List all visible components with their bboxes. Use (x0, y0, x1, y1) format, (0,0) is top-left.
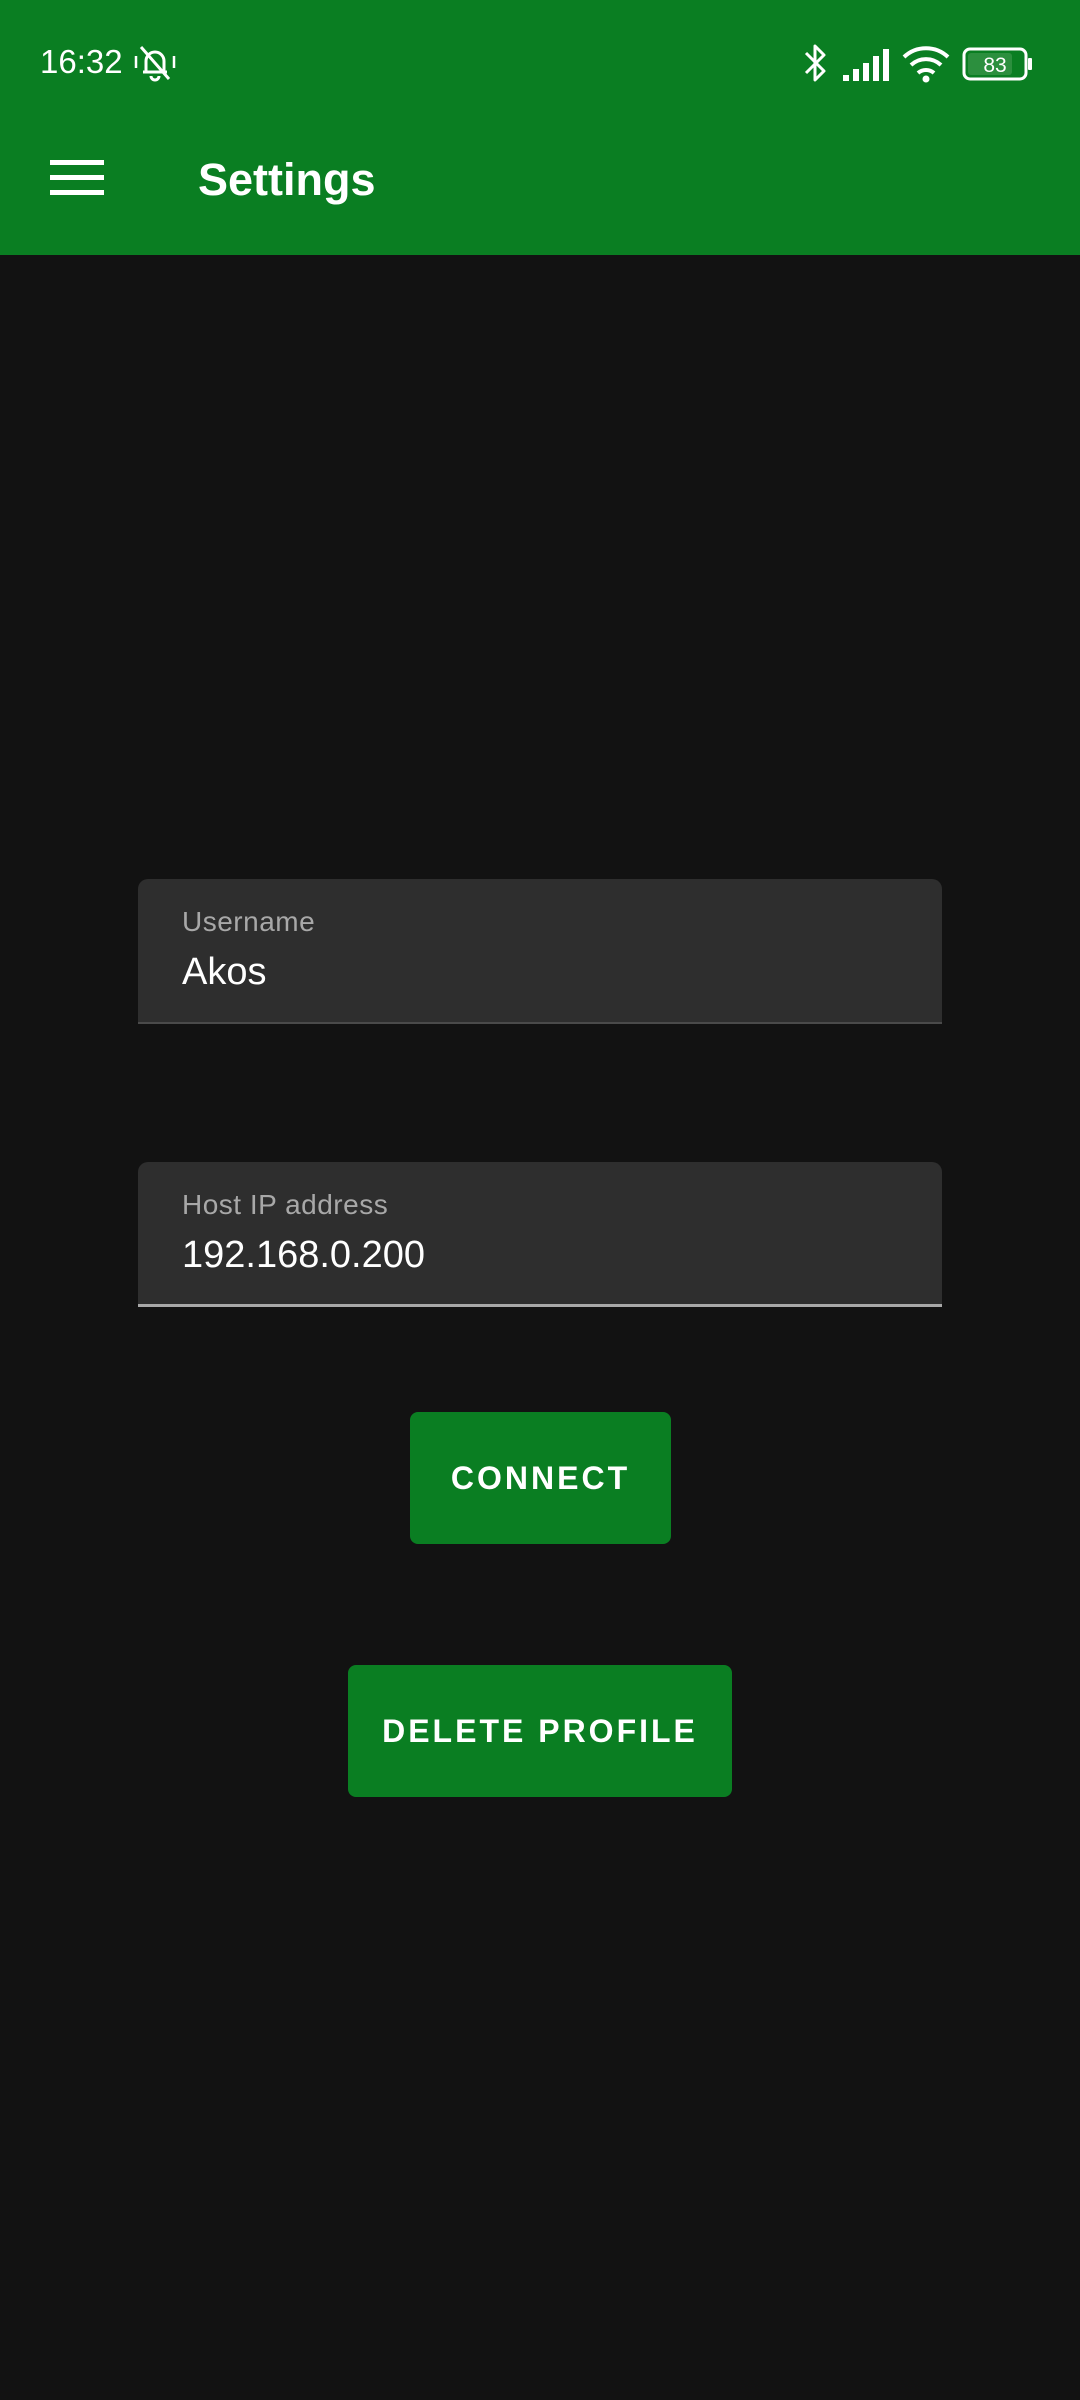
username-field[interactable]: Username Akos (138, 879, 942, 1024)
battery-level-text: 83 (983, 54, 1006, 77)
wifi-icon (902, 46, 950, 83)
delete-profile-button[interactable]: DELETE PROFILE (348, 1665, 732, 1797)
battery-icon: 83 (962, 47, 1032, 81)
username-label: Username (182, 906, 316, 937)
hamburger-menu-button[interactable] (32, 142, 122, 214)
app-bar: 16:32 83 Settings (0, 0, 1080, 255)
page-title: Settings (198, 154, 376, 205)
host-ip-label: Host IP address (182, 1189, 389, 1220)
host-ip-value[interactable]: 192.168.0.200 (182, 1232, 425, 1278)
connect-button[interactable]: CONNECT (410, 1412, 671, 1544)
host-ip-field[interactable]: Host IP address 192.168.0.200 (138, 1162, 942, 1307)
hamburger-menu-icon (50, 160, 104, 195)
status-time: 16:32 (40, 43, 123, 80)
bell-off-vibrate-icon (134, 46, 176, 82)
bluetooth-icon (804, 44, 826, 82)
username-value[interactable]: Akos (182, 949, 266, 995)
signal-icon (843, 49, 889, 81)
